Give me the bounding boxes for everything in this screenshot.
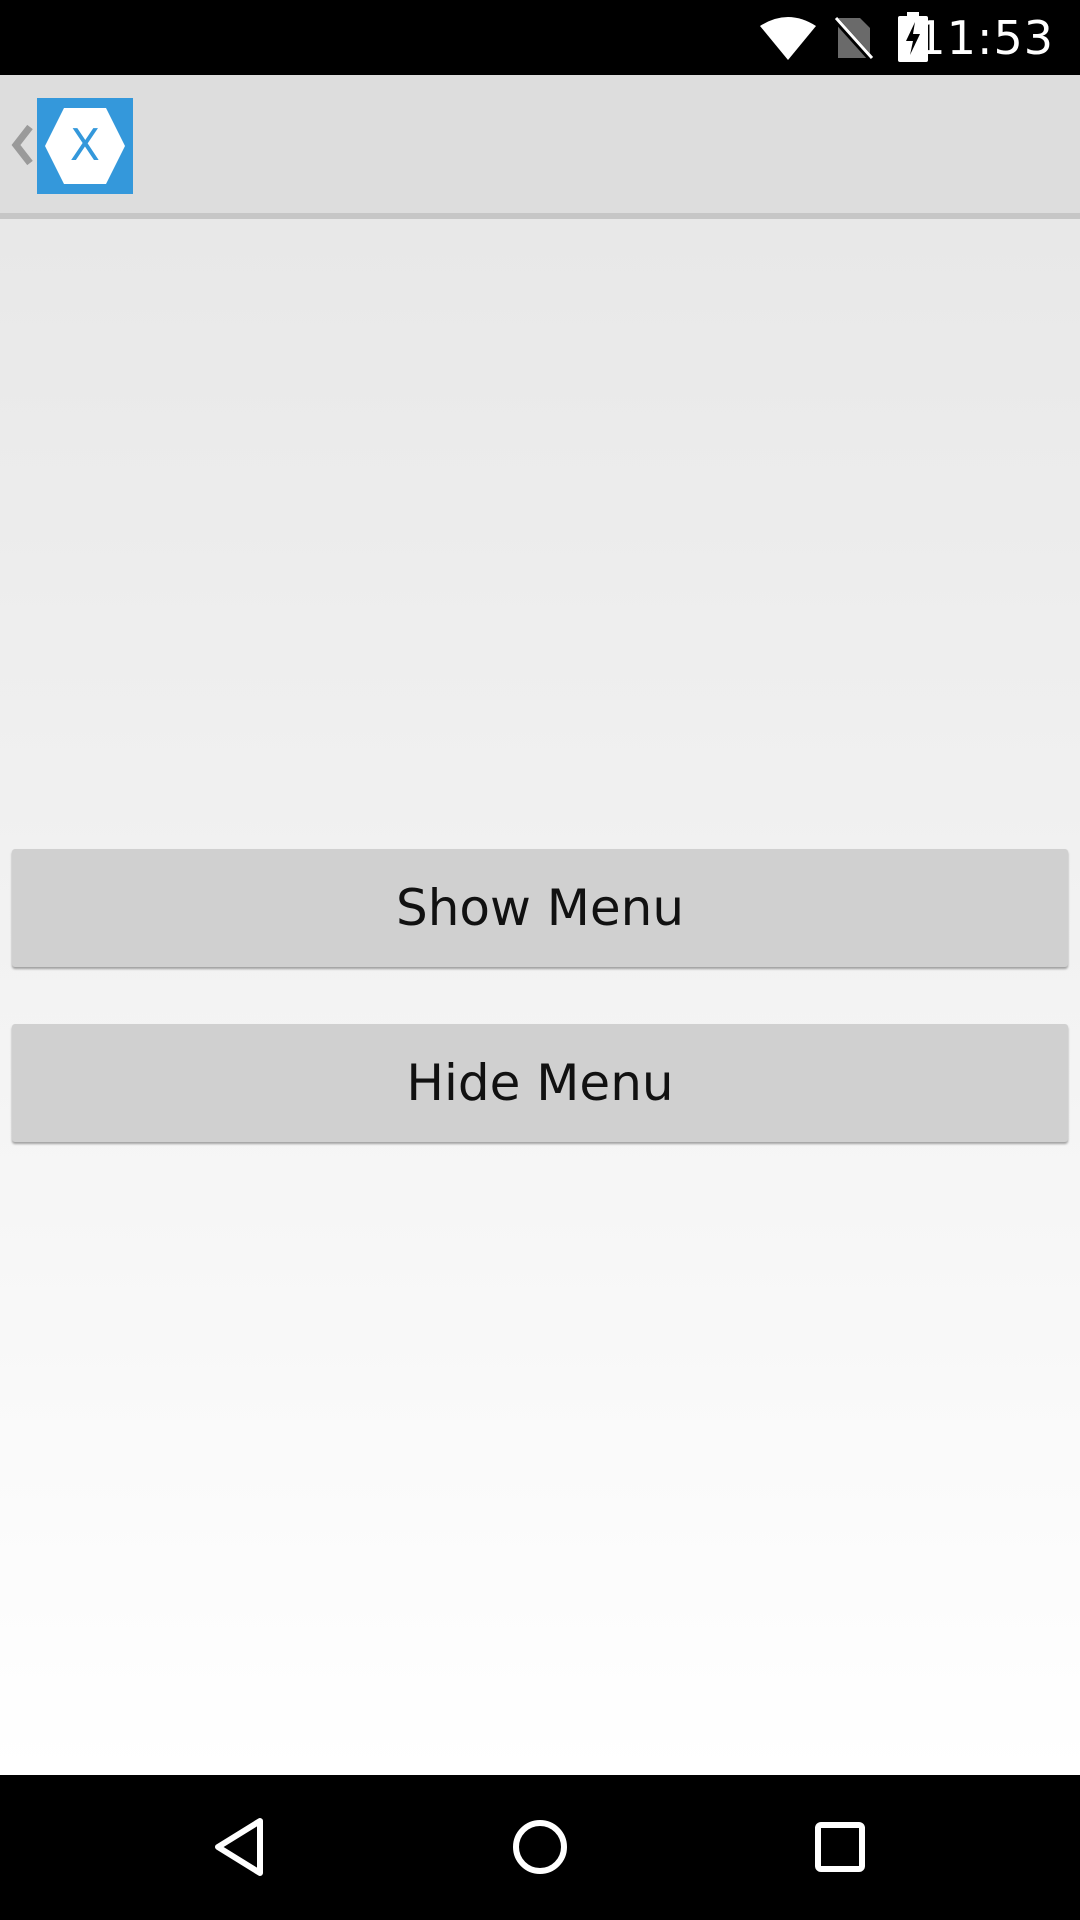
xamarin-logo-icon[interactable]: X <box>37 98 133 194</box>
show-menu-button[interactable]: Show Menu <box>12 849 1068 967</box>
action-bar: X <box>0 75 1080 213</box>
logo-letter: X <box>70 120 100 171</box>
navigation-bar <box>0 1775 1080 1920</box>
home-icon[interactable] <box>490 1797 590 1897</box>
status-time: 11:53 <box>916 11 1054 65</box>
recents-icon[interactable] <box>790 1797 890 1897</box>
screen: 11:53 X Show Menu Hide Menu <box>0 0 1080 1920</box>
status-bar: 11:53 <box>0 0 1080 75</box>
chevron-left-icon[interactable] <box>10 123 34 171</box>
hide-menu-button[interactable]: Hide Menu <box>12 1024 1068 1142</box>
no-sim-icon <box>833 14 875 66</box>
wifi-icon <box>760 16 816 64</box>
back-icon[interactable] <box>190 1797 290 1897</box>
main-content: Show Menu Hide Menu <box>0 219 1080 1775</box>
